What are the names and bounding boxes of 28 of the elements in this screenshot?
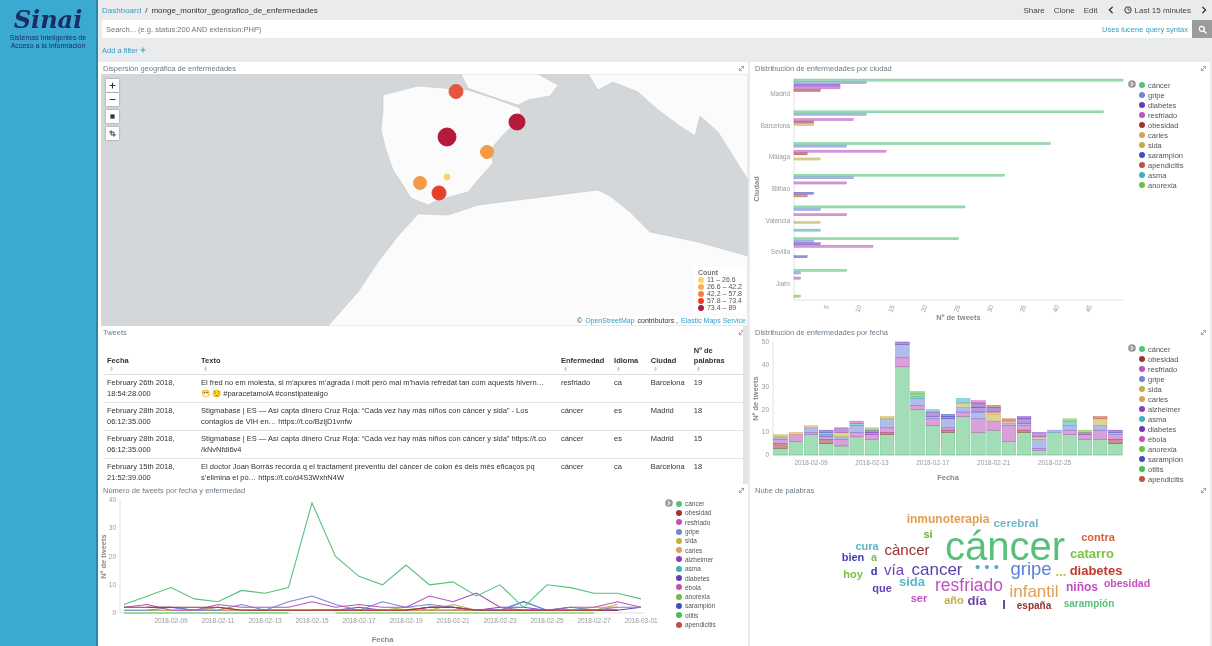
cloud-word: contra — [1081, 531, 1115, 543]
cloud-word: cerebral — [993, 518, 1039, 530]
cloud-word: sarampión — [1063, 599, 1115, 609]
cloud-word: infantil — [1009, 582, 1059, 600]
cloud-word: cura — [855, 540, 879, 552]
cloud-word: d — [870, 565, 878, 577]
cloud-word: ... — [1055, 564, 1067, 578]
cloud-word: vía — [884, 561, 904, 577]
breadcrumb-current: monge_monitor_geografico_de_enfermedades — [151, 5, 318, 15]
cloud-word: resfriado — [934, 577, 1004, 595]
cloud-word: año — [944, 594, 964, 606]
cloud-word: obesidad — [1103, 577, 1151, 589]
cloud-word: que — [872, 582, 892, 594]
cloud-word: hoy — [843, 568, 863, 580]
cloud-word: l — [1002, 597, 1006, 611]
cloud-word: catarro — [1069, 546, 1115, 560]
cloud-word: ser — [910, 592, 928, 604]
cloud-word: inmunoterapia — [906, 513, 990, 525]
cloud-word: a — [870, 551, 878, 563]
cloud-word: càncer — [884, 541, 930, 557]
cloud-word: si — [923, 528, 933, 540]
breadcrumb-separator: / — [145, 5, 148, 15]
cloud-word: españa — [1016, 601, 1052, 611]
cloud-word: diabetes — [1069, 563, 1123, 577]
cloud-word: día — [967, 593, 987, 607]
cloud-word: niños — [1066, 581, 1098, 593]
logo: Sinai — [13, 8, 83, 32]
cloud-word: bien — [841, 551, 865, 563]
